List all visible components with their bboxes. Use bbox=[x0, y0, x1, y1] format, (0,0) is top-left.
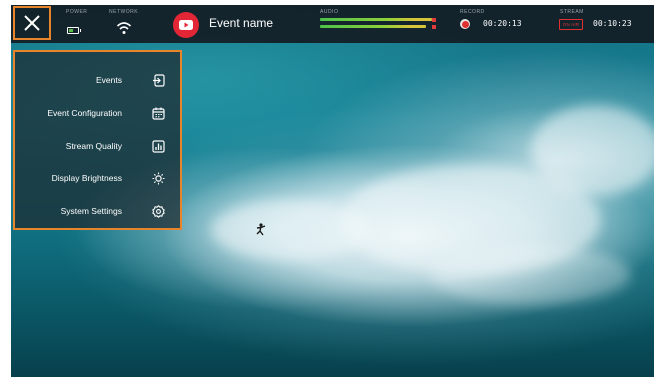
record-label: RECORD bbox=[460, 9, 485, 15]
battery-level-fill bbox=[69, 29, 74, 32]
record-time: 00:20:13 bbox=[483, 19, 522, 28]
record-icon[interactable] bbox=[460, 19, 470, 29]
youtube-icon bbox=[179, 20, 193, 30]
enter-icon bbox=[151, 73, 165, 87]
wifi-icon bbox=[116, 22, 132, 34]
battery-icon bbox=[67, 27, 81, 34]
audio-label: AUDIO bbox=[320, 9, 339, 15]
menu-item-label: System Settings bbox=[60, 206, 122, 216]
youtube-channel-button[interactable] bbox=[173, 12, 199, 38]
on-air-badge[interactable]: ON AIR bbox=[559, 19, 583, 30]
network-label: NETWORK bbox=[109, 9, 139, 15]
close-menu-button[interactable] bbox=[13, 6, 51, 40]
settings-menu: Events Event Configuration Stream Qualit… bbox=[13, 50, 182, 230]
status-bar: POWER NETWORK Event name AUDIO RECORD 00… bbox=[11, 5, 654, 43]
audio-channel-left bbox=[320, 18, 432, 21]
menu-item-system-settings[interactable]: System Settings bbox=[15, 196, 180, 226]
sun-icon bbox=[151, 171, 165, 185]
audio-peak-indicator bbox=[432, 18, 436, 22]
menu-item-stream-quality[interactable]: Stream Quality bbox=[15, 131, 180, 161]
calendar-icon bbox=[151, 106, 165, 120]
stream-label: STREAM bbox=[560, 9, 584, 15]
audio-peak-indicator bbox=[432, 25, 436, 29]
surfer-figure bbox=[256, 223, 266, 236]
menu-item-event-configuration[interactable]: Event Configuration bbox=[15, 98, 180, 128]
menu-item-label: Display Brightness bbox=[51, 173, 122, 183]
menu-item-label: Stream Quality bbox=[65, 141, 122, 151]
menu-item-display-brightness[interactable]: Display Brightness bbox=[15, 163, 180, 193]
bar-chart-icon bbox=[151, 139, 165, 153]
power-label: POWER bbox=[66, 9, 88, 15]
gear-icon bbox=[151, 204, 165, 218]
audio-meter bbox=[320, 18, 440, 32]
menu-item-label: Events bbox=[96, 75, 122, 85]
event-name: Event name bbox=[209, 16, 274, 30]
device-screen: POWER NETWORK Event name AUDIO RECORD 00… bbox=[11, 5, 654, 377]
menu-item-label: Event Configuration bbox=[47, 108, 122, 118]
menu-item-events[interactable]: Events bbox=[15, 65, 180, 95]
stream-time: 00:10:23 bbox=[593, 19, 632, 28]
close-icon bbox=[24, 15, 40, 31]
audio-channel-right bbox=[320, 25, 426, 28]
